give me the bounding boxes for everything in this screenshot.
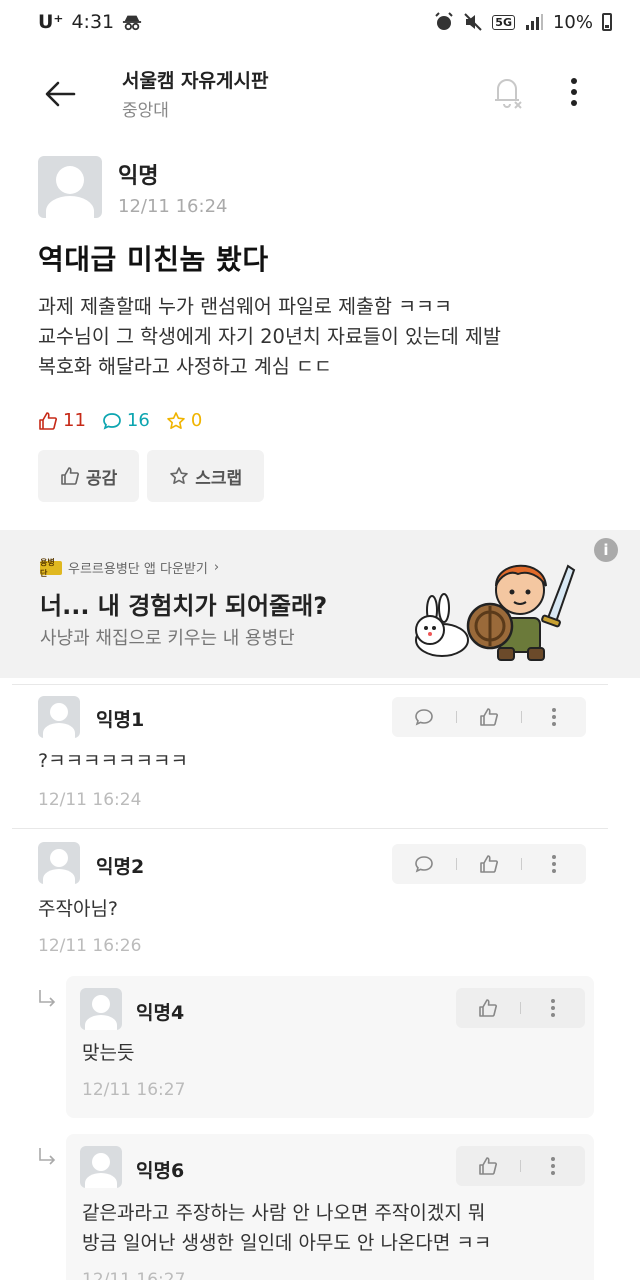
comment-time: 12/11 16:24 [38,790,142,810]
reply-arrow-icon [39,1148,56,1165]
divider [12,684,608,685]
alarm-icon [434,12,454,32]
reply-toolbar [456,988,585,1028]
star-icon [170,467,189,484]
more-vertical-icon [551,999,555,1017]
reply-text-line: 방금 일어난 생생한 일인데 아무도 안 나온다면 ㅋㅋ [82,1232,492,1254]
reply-button[interactable] [392,844,456,884]
more-options-button[interactable] [556,72,592,112]
status-bar: U⁺ 4:31 5G 10% [0,0,640,44]
ad-title: 너... 내 경험치가 되어줄래? [40,592,328,620]
like-button-label: 공감 [86,468,118,489]
reply-author: 익명6 [136,1160,185,1182]
scrap-button-label: 스크랩 [195,468,243,489]
notification-toggle-button[interactable] [488,72,528,112]
clock: 4:31 [71,11,115,33]
arrow-left-icon [45,81,76,107]
scrap-count-value: 0 [190,410,203,431]
thumbs-up-icon [479,999,497,1017]
post-body: 과제 제출할때 누가 랜섬웨어 파일로 제출함 ㅋㅋㅋ 교수님이 그 학생에게 … [38,292,608,382]
post-author-avatar [38,156,102,218]
ad-source-label: 우르르용병단 앱 다운받기 [68,562,208,577]
board-title: 서울캠 자유게시판 [122,70,269,92]
comment-bubble-icon [415,856,433,873]
comment-more-button[interactable] [522,697,586,737]
ad-info-button[interactable]: i [594,538,618,562]
bell-off-icon [495,79,522,109]
thumbs-up-icon [61,467,79,485]
post-title: 역대급 미친놈 봤다 [38,243,269,276]
comment-author: 익명2 [96,856,145,878]
post-body-line: 교수님이 그 학생에게 자기 20년치 자료들이 있는데 제발 [38,325,501,348]
post-timestamp: 12/11 16:24 [118,196,228,217]
comment-author: 익명1 [96,709,145,731]
incognito-icon [122,12,142,32]
reply-avatar [80,1146,122,1188]
comment-toolbar [392,844,586,884]
scrap-button[interactable]: 스크랩 [147,450,265,502]
reply-time: 12/11 16:27 [82,1080,186,1100]
back-button[interactable] [38,72,82,116]
carrier-label: U⁺ [38,11,64,33]
more-vertical-icon [552,708,556,726]
battery-icon [602,13,612,31]
thumbs-up-icon [479,1157,497,1175]
reply-more-button[interactable] [521,988,585,1028]
ad-description: 사냥과 채집으로 키우는 내 용병단 [40,628,295,649]
comment-count-value: 16 [126,410,150,431]
thumbs-up-icon [480,708,498,726]
post-stats: 11 16 0 [38,410,202,431]
signal-icon [524,12,544,32]
reply-avatar [80,988,122,1030]
reply-like-button[interactable] [456,1146,520,1186]
reply-button[interactable] [392,697,456,737]
comment-text: ?ㅋㅋㅋㅋㅋㅋㅋㅋ [38,750,188,772]
more-vertical-icon [552,855,556,873]
post-body-line: 복호화 해달라고 사정하고 계심 ㄷㄷ [38,355,332,378]
more-vertical-icon [551,1157,555,1175]
like-count: 11 [38,410,86,431]
comment-time: 12/11 16:26 [38,936,142,956]
comment-like-button[interactable] [457,697,521,737]
comment-text: 주작아님? [38,898,119,920]
reply-toolbar [456,1146,585,1186]
divider [12,828,608,829]
chevron-right-icon: › [213,560,220,575]
post-body-line: 과제 제출할때 누가 랜섬웨어 파일로 제출함 ㅋㅋㅋ [38,295,452,318]
comment-avatar [38,842,80,884]
ad-illustration [415,564,576,661]
reply-like-button[interactable] [456,988,520,1028]
post-author: 익명 [118,164,159,189]
comment-count: 16 [102,410,150,431]
comment-bubble-icon [415,709,433,726]
post-actions: 공감 스크랩 [38,450,265,502]
reply-time: 12/11 16:27 [82,1270,186,1280]
thumbs-up-icon [480,855,498,873]
more-vertical-icon [571,78,577,106]
school-name: 중앙대 [122,101,169,121]
reply-more-button[interactable] [521,1146,585,1186]
thumbs-up-icon [39,411,57,430]
app-bar: 서울캠 자유게시판 중앙대 [0,58,640,128]
comment-more-button[interactable] [522,844,586,884]
reply-text-line: 같은과라고 주장하는 사람 안 나오면 주작이겠지 뭐 [82,1202,486,1224]
ad-app-logo: 용병단 [40,558,62,578]
battery-percent: 10% [552,11,593,33]
comment-avatar [38,696,80,738]
comment-bubble-icon [103,412,121,430]
comment-like-button[interactable] [457,844,521,884]
reply-arrow-icon [39,990,56,1007]
ad-source[interactable]: 용병단 우르르용병단 앱 다운받기 › [40,558,220,578]
star-icon [167,411,185,429]
comment-toolbar [392,697,586,737]
scrap-count: 0 [166,410,202,431]
like-count-value: 11 [63,410,86,431]
network-badge: 5G [492,14,515,30]
reply-item: 익명6 같은과라고 주장하는 사람 안 나오면 주작이겠지 뭐 방금 일어난 생… [66,1134,594,1280]
mute-icon [463,12,483,32]
reply-text: 맞는듯 [82,1042,135,1064]
reply-author: 익명4 [136,1002,185,1024]
like-button[interactable]: 공감 [38,450,140,502]
reply-item: 익명4 맞는듯 12/11 16:27 [66,976,594,1118]
